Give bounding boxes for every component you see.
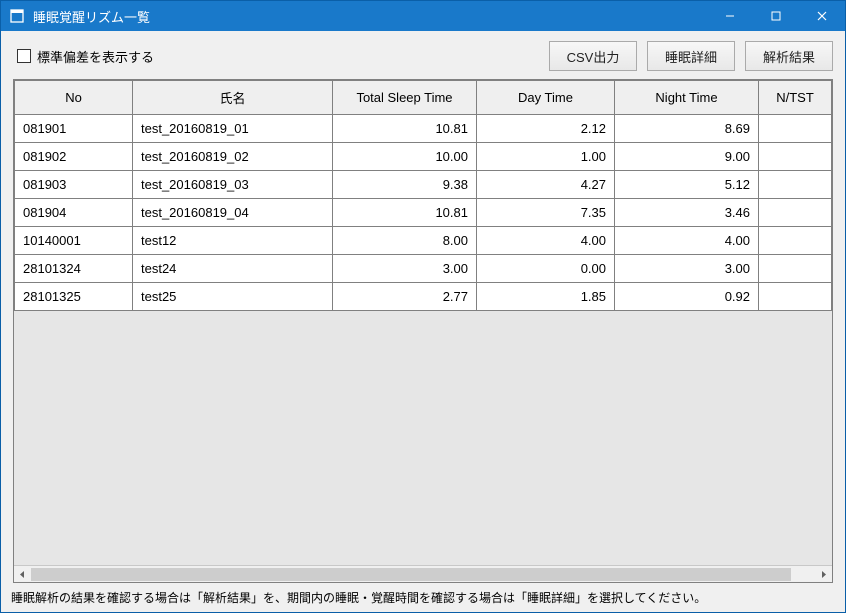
- cell-day[interactable]: 1.00: [477, 143, 615, 171]
- cell-name[interactable]: test24: [133, 255, 333, 283]
- scroll-right-arrow[interactable]: [815, 566, 832, 583]
- cell-no[interactable]: 10140001: [15, 227, 133, 255]
- cell-ntst[interactable]: [759, 283, 832, 311]
- window-controls: [707, 1, 845, 31]
- show-stddev-checkbox[interactable]: 標準偏差を表示する: [17, 47, 549, 66]
- cell-name[interactable]: test25: [133, 283, 333, 311]
- scroll-track[interactable]: [31, 566, 815, 582]
- cell-total[interactable]: 10.81: [333, 115, 477, 143]
- cell-total[interactable]: 10.81: [333, 199, 477, 227]
- data-table: No 氏名 Total Sleep Time Day Time Night Ti…: [14, 80, 832, 311]
- table-row[interactable]: 081902test_20160819_0210.001.009.00: [15, 143, 832, 171]
- app-icon: [9, 8, 25, 24]
- cell-total[interactable]: 8.00: [333, 227, 477, 255]
- col-name[interactable]: 氏名: [133, 81, 333, 115]
- cell-night[interactable]: 8.69: [615, 115, 759, 143]
- cell-no[interactable]: 28101325: [15, 283, 133, 311]
- cell-ntst[interactable]: [759, 171, 832, 199]
- cell-night[interactable]: 4.00: [615, 227, 759, 255]
- col-ntst[interactable]: N/TST: [759, 81, 832, 115]
- minimize-button[interactable]: [707, 1, 753, 31]
- app-window: 睡眠覚醒リズム一覧 標準偏差を表示する CSV出力: [0, 0, 846, 613]
- sleep-detail-button[interactable]: 睡眠詳細: [647, 41, 735, 71]
- cell-day[interactable]: 4.00: [477, 227, 615, 255]
- cell-day[interactable]: 7.35: [477, 199, 615, 227]
- cell-name[interactable]: test_20160819_02: [133, 143, 333, 171]
- col-total[interactable]: Total Sleep Time: [333, 81, 477, 115]
- maximize-button[interactable]: [753, 1, 799, 31]
- cell-ntst[interactable]: [759, 255, 832, 283]
- cell-name[interactable]: test_20160819_03: [133, 171, 333, 199]
- cell-name[interactable]: test12: [133, 227, 333, 255]
- analysis-result-button[interactable]: 解析結果: [745, 41, 833, 71]
- checkbox-label: 標準偏差を表示する: [37, 47, 154, 66]
- titlebar[interactable]: 睡眠覚醒リズム一覧: [1, 1, 845, 31]
- cell-total[interactable]: 9.38: [333, 171, 477, 199]
- status-text: 睡眠解析の結果を確認する場合は「解析結果」を、期間内の睡眠・覚醒時間を確認する場…: [11, 591, 706, 605]
- cell-day[interactable]: 0.00: [477, 255, 615, 283]
- data-grid[interactable]: No 氏名 Total Sleep Time Day Time Night Ti…: [13, 79, 833, 583]
- cell-night[interactable]: 5.12: [615, 171, 759, 199]
- cell-total[interactable]: 3.00: [333, 255, 477, 283]
- button-group: CSV出力 睡眠詳細 解析結果: [549, 41, 833, 71]
- cell-total[interactable]: 10.00: [333, 143, 477, 171]
- cell-no[interactable]: 081904: [15, 199, 133, 227]
- cell-no[interactable]: 081901: [15, 115, 133, 143]
- csv-export-button[interactable]: CSV出力: [549, 41, 637, 71]
- col-no[interactable]: No: [15, 81, 133, 115]
- table-row[interactable]: 081903test_20160819_039.384.275.12: [15, 171, 832, 199]
- header-row: No 氏名 Total Sleep Time Day Time Night Ti…: [15, 81, 832, 115]
- cell-ntst[interactable]: [759, 227, 832, 255]
- checkbox-box[interactable]: [17, 49, 31, 63]
- grid-empty-area: [14, 311, 832, 565]
- cell-no[interactable]: 28101324: [15, 255, 133, 283]
- cell-ntst[interactable]: [759, 115, 832, 143]
- cell-ntst[interactable]: [759, 143, 832, 171]
- table-row[interactable]: 081904test_20160819_0410.817.353.46: [15, 199, 832, 227]
- cell-day[interactable]: 2.12: [477, 115, 615, 143]
- scroll-thumb[interactable]: [31, 568, 791, 581]
- toolbar: 標準偏差を表示する CSV出力 睡眠詳細 解析結果: [1, 31, 845, 79]
- col-night[interactable]: Night Time: [615, 81, 759, 115]
- cell-name[interactable]: test_20160819_04: [133, 199, 333, 227]
- status-bar: 睡眠解析の結果を確認する場合は「解析結果」を、期間内の睡眠・覚醒時間を確認する場…: [1, 583, 845, 612]
- table-row[interactable]: 081901test_20160819_0110.812.128.69: [15, 115, 832, 143]
- cell-total[interactable]: 2.77: [333, 283, 477, 311]
- close-button[interactable]: [799, 1, 845, 31]
- table-row[interactable]: 28101324test243.000.003.00: [15, 255, 832, 283]
- cell-no[interactable]: 081902: [15, 143, 133, 171]
- cell-night[interactable]: 3.46: [615, 199, 759, 227]
- col-day[interactable]: Day Time: [477, 81, 615, 115]
- window-title: 睡眠覚醒リズム一覧: [33, 7, 707, 26]
- cell-day[interactable]: 4.27: [477, 171, 615, 199]
- client-area: 標準偏差を表示する CSV出力 睡眠詳細 解析結果: [1, 31, 845, 612]
- cell-night[interactable]: 3.00: [615, 255, 759, 283]
- table-row[interactable]: 28101325test252.771.850.92: [15, 283, 832, 311]
- table-row[interactable]: 10140001test128.004.004.00: [15, 227, 832, 255]
- scroll-left-arrow[interactable]: [14, 566, 31, 583]
- cell-no[interactable]: 081903: [15, 171, 133, 199]
- cell-name[interactable]: test_20160819_01: [133, 115, 333, 143]
- cell-night[interactable]: 0.92: [615, 283, 759, 311]
- cell-day[interactable]: 1.85: [477, 283, 615, 311]
- horizontal-scrollbar[interactable]: [14, 565, 832, 582]
- cell-night[interactable]: 9.00: [615, 143, 759, 171]
- cell-ntst[interactable]: [759, 199, 832, 227]
